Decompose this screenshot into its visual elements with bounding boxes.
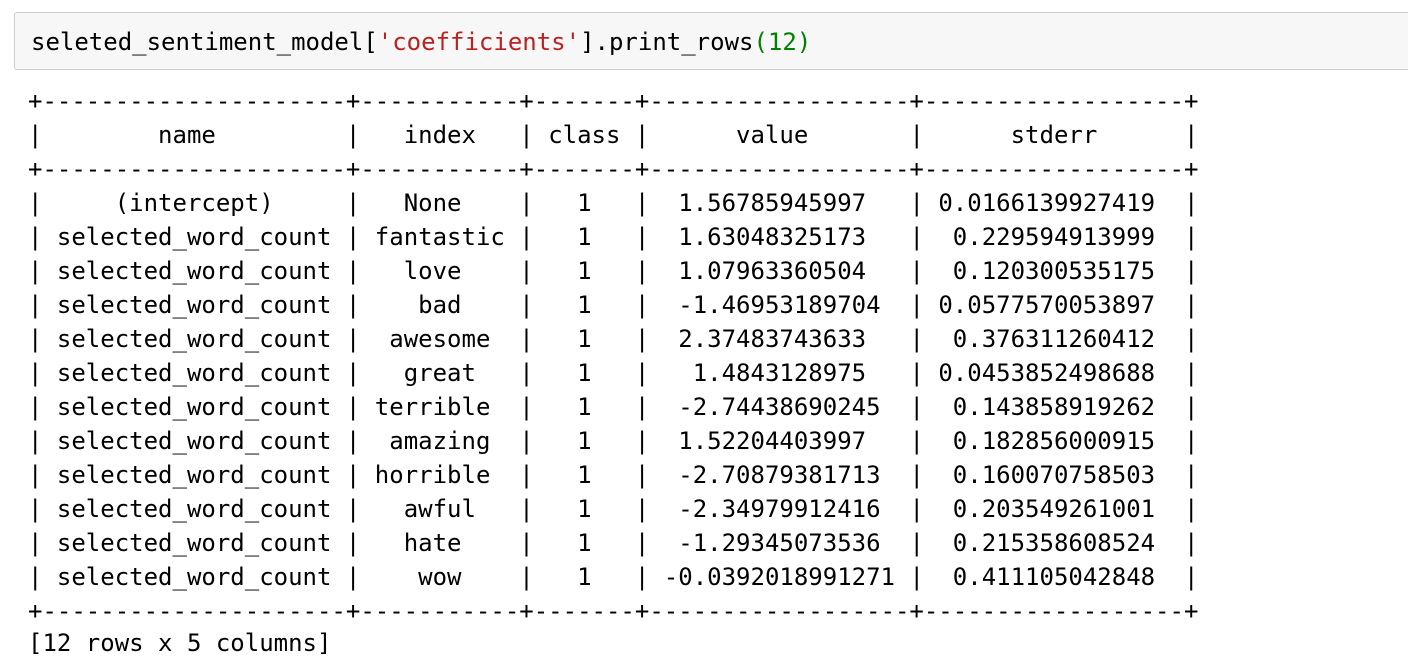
table-border-header: +---------------------+-----------+-----… bbox=[28, 155, 1199, 183]
table-cell: terrible bbox=[360, 393, 520, 421]
table-row: | selected_word_count | bad | 1 | -1.469… bbox=[28, 291, 1199, 319]
table-cell: 1 bbox=[533, 393, 635, 421]
code-string-literal: 'coefficients' bbox=[377, 28, 581, 56]
table-cell: 1.56785945997 bbox=[649, 189, 910, 217]
table-cell: fantastic bbox=[360, 223, 520, 251]
code-number-literal: 12 bbox=[767, 28, 797, 56]
table-cell: selected_word_count bbox=[42, 563, 346, 591]
table-cell: 1 bbox=[533, 257, 635, 285]
table-cell: wow bbox=[360, 563, 520, 591]
table-cell: 1.07963360504 bbox=[649, 257, 910, 285]
table-cell: horrible bbox=[360, 461, 520, 489]
table-cell: 1 bbox=[533, 495, 635, 523]
table-cell: -1.46953189704 bbox=[649, 291, 910, 319]
table-cell: stderr bbox=[923, 121, 1184, 149]
table-cell: awful bbox=[360, 495, 520, 523]
table-row: | selected_word_count | love | 1 | 1.079… bbox=[28, 257, 1199, 285]
table-cell: 2.37483743633 bbox=[649, 325, 910, 353]
table-cell: selected_word_count bbox=[42, 427, 346, 455]
output-footer: [12 rows x 5 columns] bbox=[28, 629, 332, 657]
table-cell: selected_word_count bbox=[42, 461, 346, 489]
table-cell: 0.0577570053897 bbox=[923, 291, 1184, 319]
table-cell: value bbox=[649, 121, 910, 149]
table-cell: selected_word_count bbox=[42, 325, 346, 353]
table-cell: (intercept) bbox=[42, 189, 346, 217]
table-cell: awesome bbox=[360, 325, 520, 353]
table-cell: -1.29345073536 bbox=[649, 529, 910, 557]
table-cell: -0.0392018991271 bbox=[649, 563, 910, 591]
table-cell: 0.203549261001 bbox=[923, 495, 1184, 523]
table-cell: 1 bbox=[533, 189, 635, 217]
table-cell: 1 bbox=[533, 325, 635, 353]
table-cell: 0.143858919262 bbox=[923, 393, 1184, 421]
code-input-cell[interactable]: seleted_sentiment_model['coefficients'].… bbox=[14, 12, 1408, 70]
code-method-call: ].print_rows bbox=[580, 28, 754, 56]
table-cell: 1.52204403997 bbox=[649, 427, 910, 455]
table-row: | selected_word_count | fantastic | 1 | … bbox=[28, 223, 1199, 251]
code-paren-close: ) bbox=[796, 28, 812, 56]
table-cell: 0.160070758503 bbox=[923, 461, 1184, 489]
table-cell: 0.120300535175 bbox=[923, 257, 1184, 285]
table-row: | selected_word_count | great | 1 | 1.48… bbox=[28, 359, 1199, 387]
table-cell: 1.63048325173 bbox=[649, 223, 910, 251]
table-border-bottom: +---------------------+-----------+-----… bbox=[28, 597, 1199, 625]
table-row: | (intercept) | None | 1 | 1.56785945997… bbox=[28, 189, 1199, 217]
table-cell: 0.376311260412 bbox=[923, 325, 1184, 353]
table-border-top: +---------------------+-----------+-----… bbox=[28, 87, 1199, 115]
table-cell: 0.0166139927419 bbox=[923, 189, 1184, 217]
table-cell: -2.34979912416 bbox=[649, 495, 910, 523]
table-row: | selected_word_count | wow | 1 | -0.039… bbox=[28, 563, 1199, 591]
table-cell: selected_word_count bbox=[42, 291, 346, 319]
table-cell: 0.215358608524 bbox=[923, 529, 1184, 557]
output-table: +---------------------+-----------+-----… bbox=[28, 84, 1198, 628]
table-header-row: | name | index | class | value | stderr … bbox=[28, 121, 1199, 149]
table-cell: 0.0453852498688 bbox=[923, 359, 1184, 387]
table-row: | selected_word_count | amazing | 1 | 1.… bbox=[28, 427, 1199, 455]
table-cell: 0.182856000915 bbox=[923, 427, 1184, 455]
table-cell: selected_word_count bbox=[42, 495, 346, 523]
table-cell: -2.70879381713 bbox=[649, 461, 910, 489]
table-cell: selected_word_count bbox=[42, 529, 346, 557]
table-cell: great bbox=[360, 359, 520, 387]
table-cell: 1 bbox=[533, 529, 635, 557]
table-cell: bad bbox=[360, 291, 520, 319]
table-row: | selected_word_count | terrible | 1 | -… bbox=[28, 393, 1199, 421]
table-cell: selected_word_count bbox=[42, 359, 346, 387]
table-cell: class bbox=[533, 121, 635, 149]
table-cell: selected_word_count bbox=[42, 393, 346, 421]
table-cell: amazing bbox=[360, 427, 520, 455]
table-cell: hate bbox=[360, 529, 520, 557]
table-cell: None bbox=[360, 189, 520, 217]
table-cell: selected_word_count bbox=[42, 223, 346, 251]
table-cell: 1 bbox=[533, 359, 635, 387]
table-cell: selected_word_count bbox=[42, 257, 346, 285]
table-cell: 1 bbox=[533, 563, 635, 591]
table-cell: 0.229594913999 bbox=[923, 223, 1184, 251]
table-row: | selected_word_count | hate | 1 | -1.29… bbox=[28, 529, 1199, 557]
table-cell: -2.74438690245 bbox=[649, 393, 910, 421]
code-paren-open: ( bbox=[753, 28, 768, 56]
table-cell: 0.411105042848 bbox=[923, 563, 1184, 591]
table-row: | selected_word_count | awesome | 1 | 2.… bbox=[28, 325, 1199, 353]
table-cell: 1.4843128975 bbox=[649, 359, 910, 387]
table-cell: index bbox=[360, 121, 520, 149]
table-cell: 1 bbox=[533, 291, 635, 319]
code-line[interactable]: seleted_sentiment_model['coefficients'].… bbox=[31, 26, 811, 58]
table-cell: 1 bbox=[533, 461, 635, 489]
code-identifier: seleted_sentiment_model[ bbox=[31, 28, 378, 56]
table-row: | selected_word_count | awful | 1 | -2.3… bbox=[28, 495, 1199, 523]
table-row: | selected_word_count | horrible | 1 | -… bbox=[28, 461, 1199, 489]
table-cell: 1 bbox=[533, 427, 635, 455]
table-cell: name bbox=[42, 121, 346, 149]
table-cell: love bbox=[360, 257, 520, 285]
table-cell: 1 bbox=[533, 223, 635, 251]
